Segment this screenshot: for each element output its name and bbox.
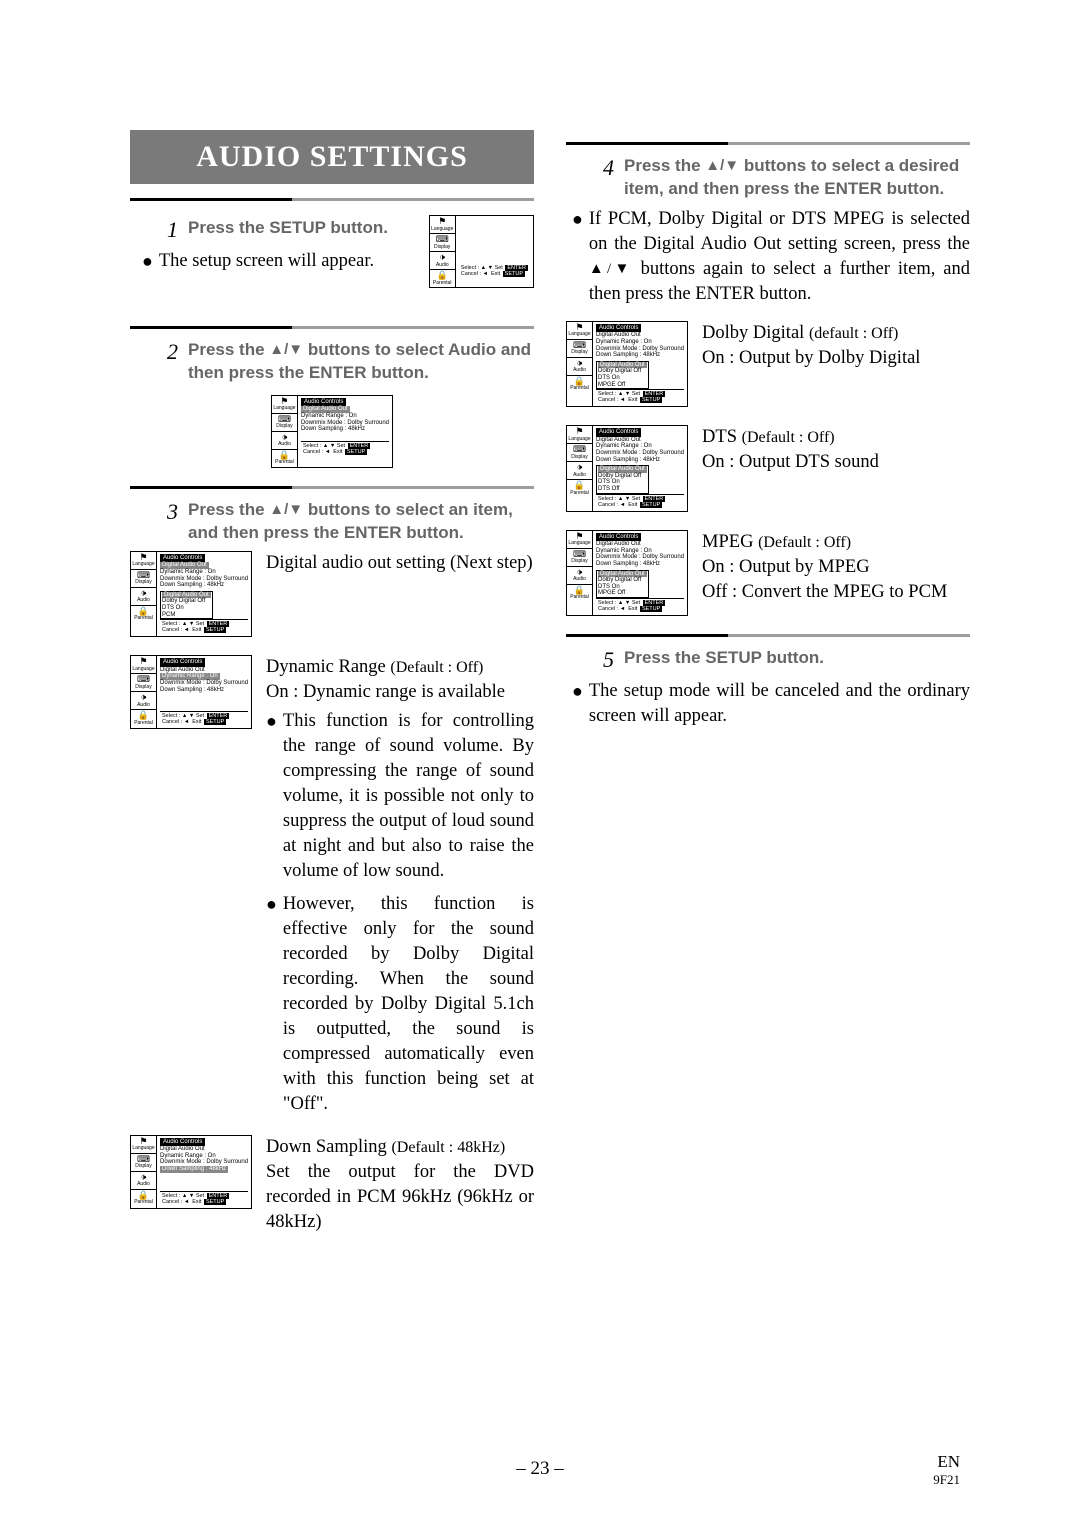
dolby-block: ⚑Language ⌨Display 🕩Audio 🔒Parental Audi…: [566, 321, 970, 407]
step-4: 4 Press the ▲/▼ buttons to select a desi…: [596, 155, 970, 201]
step-2: 2 Press the ▲/▼ buttons to select Audio …: [160, 339, 534, 385]
step-instruction: Press the SETUP button.: [624, 647, 824, 670]
two-column-layout: AUDIO SETTINGS 1 Press the SETUP button.…: [130, 130, 970, 1253]
updown-icon: ▲/▼: [589, 261, 633, 277]
page-number: – 23 –: [0, 1458, 1080, 1480]
left-column: AUDIO SETTINGS 1 Press the SETUP button.…: [130, 130, 534, 1253]
osd-dts-screenshot: ⚑Language ⌨Display 🕩Audio 🔒Parental Audi…: [566, 425, 688, 511]
step-instruction: Press the ▲/▼ buttons to select an item,…: [188, 499, 534, 545]
right-column: 4 Press the ▲/▼ buttons to select a desi…: [566, 130, 970, 1253]
divider: [566, 634, 970, 637]
footer-code: 9F21: [933, 1472, 960, 1488]
osd-setup-screenshot: ⚑Language ⌨Display 🕩Audio 🔒Parental Sele…: [429, 215, 534, 288]
osd-dao-screenshot: ⚑Language ⌨Display 🕩Audio 🔒Parental Audi…: [130, 551, 252, 637]
manual-page: AUDIO SETTINGS 1 Press the SETUP button.…: [0, 0, 1080, 1528]
digital-audio-out-block: ⚑Language ⌨Display 🕩Audio 🔒Parental Audi…: [130, 551, 534, 637]
digital-audio-out-text: Digital audio out setting (Next step): [266, 551, 534, 576]
step-5-body: ● The setup mode will be canceled and th…: [572, 679, 970, 729]
step-4-body: ● If PCM, Dolby Digital or DTS MPEG is s…: [572, 207, 970, 307]
divider: [566, 142, 970, 145]
dts-block: ⚑Language ⌨Display 🕩Audio 🔒Parental Audi…: [566, 425, 970, 511]
osd-audio-controls-screenshot: ⚑Language ⌨Display 🕩Audio 🔒Parental Audi…: [271, 395, 393, 468]
step-1-body: ● The setup screen will appear.: [142, 249, 417, 274]
updown-icon: ▲/▼: [269, 341, 303, 358]
mpeg-block: ⚑Language ⌨Display 🕩Audio 🔒Parental Audi…: [566, 530, 970, 616]
osd-down-sampling-screenshot: ⚑Language ⌨Display 🕩Audio 🔒Parental Audi…: [130, 1135, 252, 1209]
footer-lang: EN: [933, 1452, 960, 1472]
step-number: 5: [596, 647, 614, 673]
step-5: 5 Press the SETUP button.: [596, 647, 970, 673]
footer-right: EN 9F21: [933, 1452, 960, 1488]
divider: [130, 198, 534, 201]
divider: [130, 486, 534, 489]
down-sampling-block: ⚑Language ⌨Display 🕩Audio 🔒Parental Audi…: [130, 1135, 534, 1235]
updown-icon: ▲/▼: [705, 157, 739, 174]
dynamic-range-text: Dynamic Range (Default : Off) On : Dynam…: [266, 655, 534, 1116]
section-title: AUDIO SETTINGS: [130, 130, 534, 184]
step-number: 2: [160, 339, 178, 365]
step-1: 1 Press the SETUP button.: [160, 217, 417, 243]
step-number: 1: [160, 217, 178, 243]
lock-icon: 🔒: [437, 270, 448, 280]
flag-icon: ⚑: [438, 216, 446, 226]
osd-dolby-screenshot: ⚑Language ⌨Display 🕩Audio 🔒Parental Audi…: [566, 321, 688, 407]
step-1-text: The setup screen will appear.: [159, 249, 374, 274]
step-instruction: Press the SETUP button.: [188, 217, 388, 240]
tv-icon: ⌨: [436, 234, 449, 244]
dolby-text: Dolby Digital (default : Off) On : Outpu…: [702, 321, 970, 371]
speaker-icon: 🕩: [439, 252, 445, 262]
dts-text: DTS (Default : Off) On : Output DTS soun…: [702, 425, 970, 475]
divider: [130, 326, 534, 329]
mpeg-text: MPEG (Default : Off) On : Output by MPEG…: [702, 530, 970, 605]
down-sampling-text: Down Sampling (Default : 48kHz) Set the …: [266, 1135, 534, 1235]
dynamic-range-block: ⚑Language ⌨Display 🕩Audio 🔒Parental Audi…: [130, 655, 534, 1116]
step-instruction: Press the ▲/▼ buttons to select a desire…: [624, 155, 970, 201]
step-number: 4: [596, 155, 614, 181]
osd-mpeg-screenshot: ⚑Language ⌨Display 🕩Audio 🔒Parental Audi…: [566, 530, 688, 616]
step-instruction: Press the ▲/▼ buttons to select Audio an…: [188, 339, 534, 385]
bullet-dot: ●: [142, 249, 153, 274]
osd-dynamic-range-screenshot: ⚑Language ⌨Display 🕩Audio 🔒Parental Audi…: [130, 655, 252, 729]
step-number: 3: [160, 499, 178, 525]
step-3: 3 Press the ▲/▼ buttons to select an ite…: [160, 499, 534, 545]
updown-icon: ▲/▼: [269, 501, 303, 518]
